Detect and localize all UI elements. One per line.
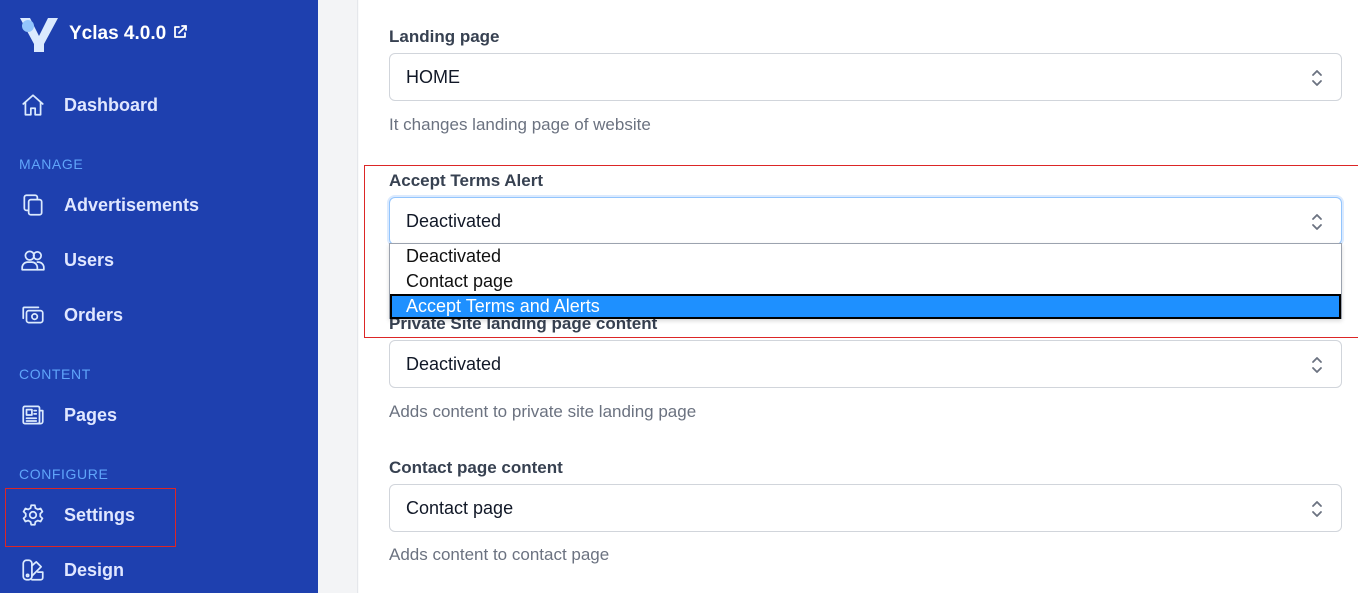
private-site-select[interactable]: Deactivated — [389, 340, 1342, 388]
sidebar-item-pages[interactable]: Pages — [18, 399, 117, 431]
chevron-up-down-icon — [1312, 357, 1322, 373]
section-content: CONTENT — [19, 366, 91, 382]
copy-icon — [18, 190, 48, 220]
select-value: Deactivated — [406, 353, 502, 374]
sidebar-item-advertisements[interactable]: Advertisements — [18, 189, 199, 221]
yclas-logo-icon — [20, 18, 58, 52]
option-deactivated[interactable]: Deactivated — [390, 244, 1341, 269]
home-icon — [18, 90, 48, 120]
select-value: Contact page — [406, 497, 514, 518]
sidebar-item-dashboard[interactable]: Dashboard — [18, 89, 158, 121]
private-site-help: Adds content to private site landing pag… — [389, 402, 697, 421]
newspaper-icon — [18, 400, 48, 430]
sidebar-item-users[interactable]: Users — [18, 244, 114, 276]
sidebar-item-orders[interactable]: Orders — [18, 299, 123, 331]
brand-link[interactable]: Yclas 4.0.0 — [18, 14, 188, 54]
landing-page-select[interactable]: HOME — [389, 53, 1342, 101]
landing-page-label: Landing page — [389, 27, 500, 46]
section-manage: MANAGE — [19, 156, 84, 172]
sidebar: Yclas 4.0.0 Dashboard MANAGE Advertiseme… — [0, 0, 318, 593]
cash-icon — [18, 300, 48, 330]
section-configure: CONFIGURE — [19, 466, 109, 482]
color-swatch-icon — [18, 555, 48, 585]
accept-terms-select[interactable]: Deactivated — [389, 197, 1342, 245]
landing-page-help: It changes landing page of website — [389, 115, 651, 134]
accept-terms-label: Accept Terms Alert — [389, 171, 543, 190]
sidebar-item-design[interactable]: Design — [18, 554, 124, 586]
sidebar-item-label: Users — [64, 249, 115, 270]
sidebar-item-label: Design — [64, 559, 125, 580]
select-value: HOME — [406, 66, 460, 87]
users-icon — [18, 245, 48, 275]
chevron-up-down-icon — [1312, 70, 1322, 86]
accept-terms-options: Deactivated Contact page Accept Terms an… — [389, 243, 1342, 319]
brand-name: Yclas 4.0.0 — [69, 23, 167, 44]
select-value: Deactivated — [406, 210, 502, 231]
contact-page-select[interactable]: Contact page — [389, 484, 1342, 532]
sidebar-item-label: Advertisements — [64, 194, 200, 215]
sidebar-item-label: Pages — [64, 404, 118, 425]
chevron-up-down-icon — [1312, 214, 1322, 230]
sidebar-item-label: Dashboard — [64, 94, 159, 115]
contact-page-label: Contact page content — [389, 458, 563, 477]
option-accept-terms-and-alerts[interactable]: Accept Terms and Alerts — [390, 294, 1341, 319]
sidebar-item-label: Orders — [64, 304, 124, 325]
settings-form: Landing page HOME It changes landing pag… — [359, 0, 1358, 593]
option-contact-page[interactable]: Contact page — [390, 269, 1341, 294]
chevron-up-down-icon — [1312, 501, 1322, 517]
content-gutter — [318, 0, 358, 593]
settings-highlight-box — [5, 488, 176, 547]
contact-page-help: Adds content to contact page — [389, 545, 610, 564]
external-link-icon — [174, 25, 188, 38]
